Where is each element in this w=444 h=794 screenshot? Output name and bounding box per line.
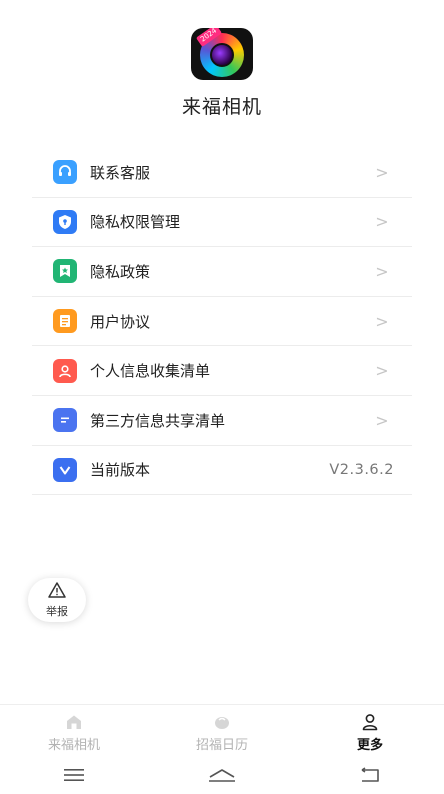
- menu-item-label: 用户协议: [90, 312, 151, 331]
- menu-icon[interactable]: [54, 760, 94, 790]
- chevron-right-icon: >: [375, 261, 389, 281]
- chevron-right-icon: >: [375, 212, 389, 232]
- app-logo: 2024: [191, 28, 253, 80]
- tab-more[interactable]: 更多: [296, 705, 444, 756]
- chevron-right-icon: >: [375, 361, 389, 381]
- menu-item-user-agreement[interactable]: 用户协议 >: [32, 297, 412, 347]
- shield-lock-icon: [53, 209, 77, 234]
- menu-item-contact-service[interactable]: 联系客服 >: [32, 148, 412, 198]
- list-icon: [53, 408, 77, 433]
- bottom-tab-bar: 来福相机 招福日历 更多: [0, 704, 444, 756]
- version-number: V2.3.6.2: [329, 461, 394, 478]
- chevron-right-icon: >: [375, 311, 389, 331]
- app-name: 来福相机: [181, 96, 262, 118]
- menu-item-label: 隐私政策: [90, 262, 151, 281]
- tab-label: 来福相机: [47, 738, 100, 753]
- menu-item-label: 第三方信息共享清单: [90, 411, 226, 430]
- calendar-icon: [212, 713, 232, 731]
- bookmark-star-icon: [53, 259, 77, 284]
- home-icon: [64, 713, 84, 731]
- menu-item-third-party-sharing[interactable]: 第三方信息共享清单 >: [32, 396, 412, 446]
- document-icon: [53, 309, 77, 334]
- tab-label: 更多: [356, 738, 383, 753]
- tab-camera[interactable]: 来福相机: [0, 705, 148, 756]
- menu-item-label: 个人信息收集清单: [90, 362, 211, 381]
- menu-item-privacy-policy[interactable]: 隐私政策 >: [32, 247, 412, 297]
- system-nav-bar: [0, 756, 444, 794]
- report-label: 举报: [46, 604, 68, 618]
- report-button[interactable]: 举报: [28, 578, 86, 622]
- menu-item-current-version[interactable]: 当前版本 V2.3.6.2: [32, 446, 412, 496]
- warning-icon: [48, 581, 66, 602]
- chevron-right-icon: >: [375, 162, 389, 182]
- settings-menu: 联系客服 > 隐私权限管理 > 隐私政策 > 用户协议 > 个人信息收集清单 >: [32, 148, 412, 496]
- headset-icon: [53, 160, 77, 185]
- menu-item-label: 联系客服: [90, 163, 151, 182]
- back-icon[interactable]: [350, 760, 390, 790]
- menu-item-privacy-permissions[interactable]: 隐私权限管理 >: [32, 198, 412, 248]
- tab-calendar[interactable]: 招福日历: [148, 705, 296, 756]
- user-icon: [360, 713, 380, 731]
- chevron-right-icon: >: [375, 410, 389, 430]
- version-v-icon: [53, 457, 77, 482]
- home-icon[interactable]: [202, 760, 242, 790]
- menu-item-personal-info-list[interactable]: 个人信息收集清单 >: [32, 346, 412, 396]
- menu-item-label: 当前版本: [90, 461, 151, 480]
- person-icon: [53, 358, 77, 383]
- tab-label: 招福日历: [195, 738, 248, 753]
- menu-item-label: 隐私权限管理: [90, 213, 181, 232]
